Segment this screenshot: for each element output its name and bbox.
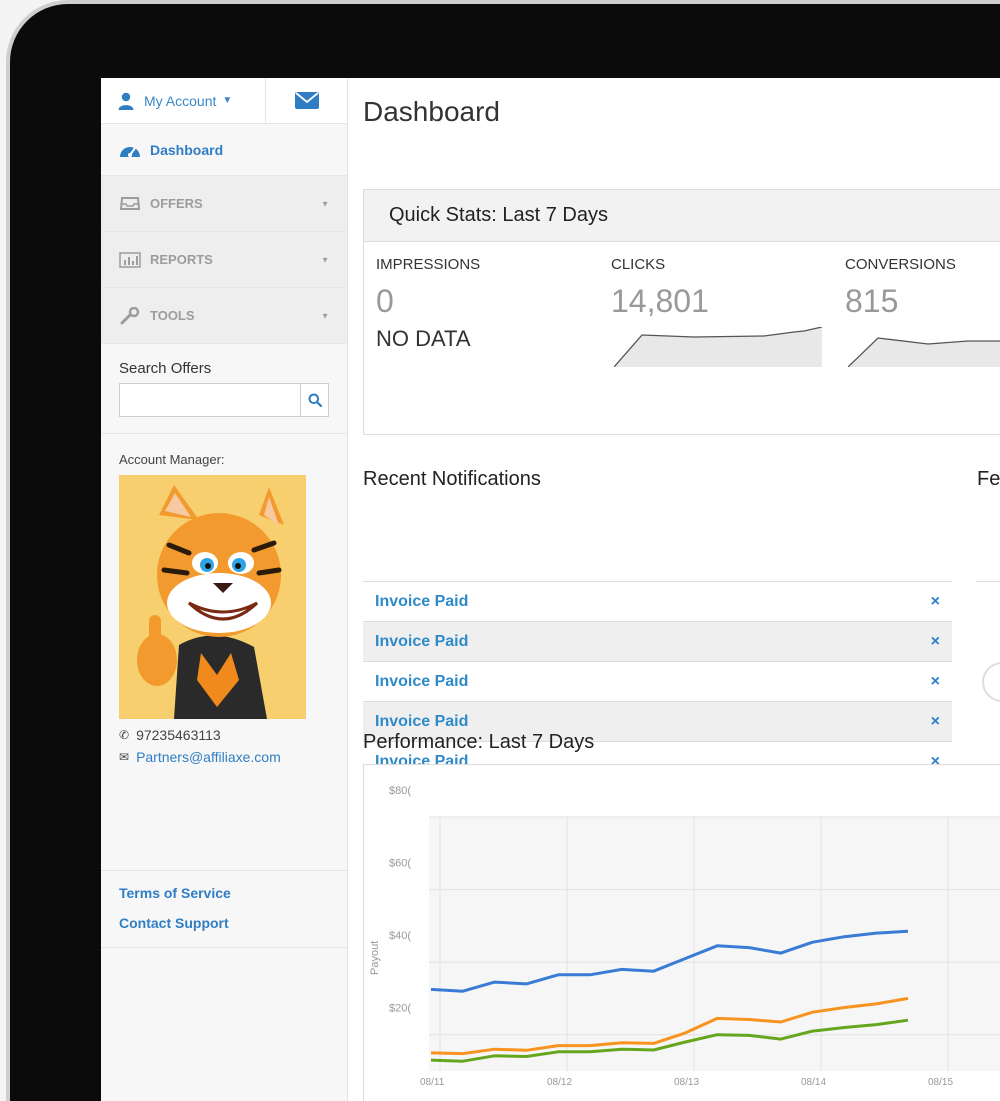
sidebar-item-label: OFFERS — [150, 196, 203, 211]
sidebar-item-label: REPORTS — [150, 252, 213, 267]
account-manager-block: Account Manager: ✆ 97235463113 ✉ Partner… — [101, 434, 347, 765]
search-button[interactable] — [300, 383, 329, 417]
user-icon — [118, 92, 134, 110]
x-tick-label: 08/11 — [420, 1077, 445, 1088]
manager-phone: ✆ 97235463113 — [119, 727, 329, 743]
notification-link[interactable]: Invoice Paid — [375, 593, 468, 611]
sidebar-item-label: TOOLS — [150, 308, 195, 323]
search-row — [119, 383, 329, 417]
notification-link[interactable]: Invoice Paid — [375, 673, 468, 691]
dashboard-gauge-icon — [119, 142, 141, 158]
list-item: Invoice Paid × — [363, 582, 952, 622]
caret-down-icon: ▼ — [321, 199, 329, 208]
sidebar-item-reports[interactable]: REPORTS ▼ — [101, 232, 347, 288]
main-content: Dashboard Quick Stats: Last 7 Days IMPRE… — [349, 78, 1000, 1101]
recent-notifications-title: Recent Notifications — [363, 468, 541, 490]
search-offers-block: Search Offers — [101, 344, 347, 434]
quick-stats-title: Quick Stats: Last 7 Days — [364, 190, 1000, 242]
stat-label: CLICKS — [611, 256, 666, 273]
plot-area — [429, 817, 1000, 1071]
caret-down-icon: ▼ — [321, 255, 329, 264]
contact-support-link[interactable]: Contact Support — [119, 915, 329, 931]
account-manager-label: Account Manager: — [119, 452, 225, 467]
app-screen: My Account ▼ Dashboard OFFERS ▼ REPORTS … — [101, 78, 1000, 1101]
envelope-icon: ✉ — [119, 750, 130, 764]
stat-value: 815 — [845, 283, 899, 319]
search-icon — [308, 393, 322, 407]
account-manager-avatar — [119, 475, 306, 719]
manager-phone-text: 97235463113 — [136, 727, 221, 743]
y-tick-label: $80( — [389, 785, 411, 797]
bar-chart-icon — [119, 251, 141, 268]
stat-label: IMPRESSIONS — [376, 256, 481, 273]
y-tick-label: $60( — [389, 858, 411, 870]
sidebar-item-dashboard[interactable]: Dashboard — [101, 124, 347, 176]
close-icon[interactable]: × — [931, 713, 940, 731]
x-tick-label: 08/15 — [928, 1077, 953, 1088]
messages-button[interactable] — [266, 78, 347, 123]
performance-chart-panel: 08/11 08/12 08/13 08/14 08/15 $80( $60( $40( $20… — [363, 764, 1000, 1101]
my-account-label: My Account — [144, 92, 217, 109]
search-offers-label: Search Offers — [119, 360, 212, 377]
x-tick-label: 08/12 — [547, 1077, 572, 1088]
conversions-sparkline — [848, 337, 1000, 367]
search-offers-input[interactable] — [119, 383, 301, 417]
featured-section-title: Fe — [977, 468, 1000, 490]
list-item: Invoice Paid × — [363, 662, 952, 702]
sidebar-footer-links: Terms of Service Contact Support — [101, 870, 347, 948]
stat-impressions: IMPRESSIONS 0 NO DATA — [376, 256, 480, 352]
carousel-control[interactable] — [982, 662, 1000, 702]
stat-value: 14,801 — [611, 283, 709, 319]
caret-down-icon: ▼ — [321, 311, 329, 320]
page-title: Dashboard — [363, 96, 500, 127]
stat-label: CONVERSIONS — [845, 256, 956, 273]
my-account-button[interactable]: My Account ▼ — [101, 78, 266, 123]
close-icon[interactable]: × — [931, 633, 940, 651]
stat-conversions: CONVERSIONS 815 — [845, 256, 956, 320]
sidebar-item-offers[interactable]: OFFERS ▼ — [101, 176, 347, 232]
wrench-icon — [119, 306, 141, 325]
close-icon[interactable]: × — [931, 593, 940, 611]
manager-email-link[interactable]: ✉ Partners@affiliaxe.com — [119, 749, 329, 765]
caret-down-icon: ▼ — [222, 95, 233, 106]
notification-link[interactable]: Invoice Paid — [375, 713, 468, 731]
performance-title: Performance: Last 7 Days — [363, 731, 595, 753]
terms-of-service-link[interactable]: Terms of Service — [119, 885, 329, 901]
inbox-icon — [119, 196, 141, 211]
quick-stats-panel: Quick Stats: Last 7 Days IMPRESSIONS 0 N… — [363, 189, 1000, 435]
y-tick-label: $20( — [389, 1003, 411, 1015]
y-axis-label: Payout — [369, 941, 381, 975]
x-tick-label: 08/13 — [674, 1077, 699, 1088]
y-tick-label: $40( — [389, 930, 411, 942]
sidebar-item-label: Dashboard — [150, 141, 224, 158]
stat-value: 0 — [376, 283, 394, 319]
envelope-icon — [294, 92, 319, 109]
performance-chart: 08/11 08/12 08/13 08/14 08/15 $80( $60( $40( $20… — [369, 785, 1000, 1088]
notification-link[interactable]: Invoice Paid — [375, 633, 468, 651]
account-bar: My Account ▼ — [101, 78, 347, 124]
clicks-sparkline — [614, 327, 822, 367]
stat-no-data: NO DATA — [376, 326, 471, 351]
sidebar: My Account ▼ Dashboard OFFERS ▼ REPORTS … — [101, 78, 348, 1101]
stat-clicks: CLICKS 14,801 — [611, 256, 709, 320]
close-icon[interactable]: × — [931, 673, 940, 691]
sidebar-item-tools[interactable]: TOOLS ▼ — [101, 288, 347, 344]
x-tick-label: 08/14 — [801, 1077, 826, 1088]
featured-panel — [976, 581, 1000, 771]
list-item: Invoice Paid × — [363, 622, 952, 662]
manager-email-text: Partners@affiliaxe.com — [136, 749, 281, 765]
phone-icon: ✆ — [119, 728, 130, 742]
